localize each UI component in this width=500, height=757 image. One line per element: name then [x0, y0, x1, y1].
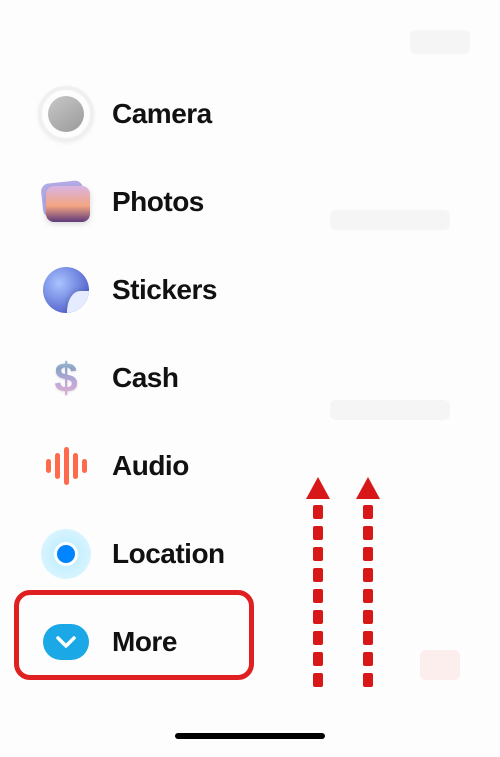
more-icon	[38, 614, 94, 670]
menu-item-label: Cash	[112, 362, 178, 394]
stickers-icon	[38, 262, 94, 318]
menu-item-cash[interactable]: $ Cash	[30, 334, 290, 422]
menu-item-label: Stickers	[112, 274, 217, 306]
menu-item-label: Camera	[112, 98, 212, 130]
menu-item-label: Audio	[112, 450, 189, 482]
location-icon	[38, 526, 94, 582]
menu-item-label: Location	[112, 538, 225, 570]
home-indicator[interactable]	[175, 733, 325, 739]
menu-item-camera[interactable]: Camera	[30, 70, 290, 158]
audio-icon	[38, 438, 94, 494]
camera-icon	[38, 86, 94, 142]
menu-item-more[interactable]: More	[30, 598, 290, 686]
menu-item-label: Photos	[112, 186, 204, 218]
menu-item-stickers[interactable]: Stickers	[30, 246, 290, 334]
cash-icon: $	[38, 350, 94, 406]
menu-item-audio[interactable]: Audio	[30, 422, 290, 510]
attachment-menu: Camera Photos Stickers $ Cash	[30, 70, 290, 686]
menu-item-label: More	[112, 626, 177, 658]
menu-item-location[interactable]: Location	[30, 510, 290, 598]
menu-item-photos[interactable]: Photos	[30, 158, 290, 246]
photos-icon	[38, 174, 94, 230]
